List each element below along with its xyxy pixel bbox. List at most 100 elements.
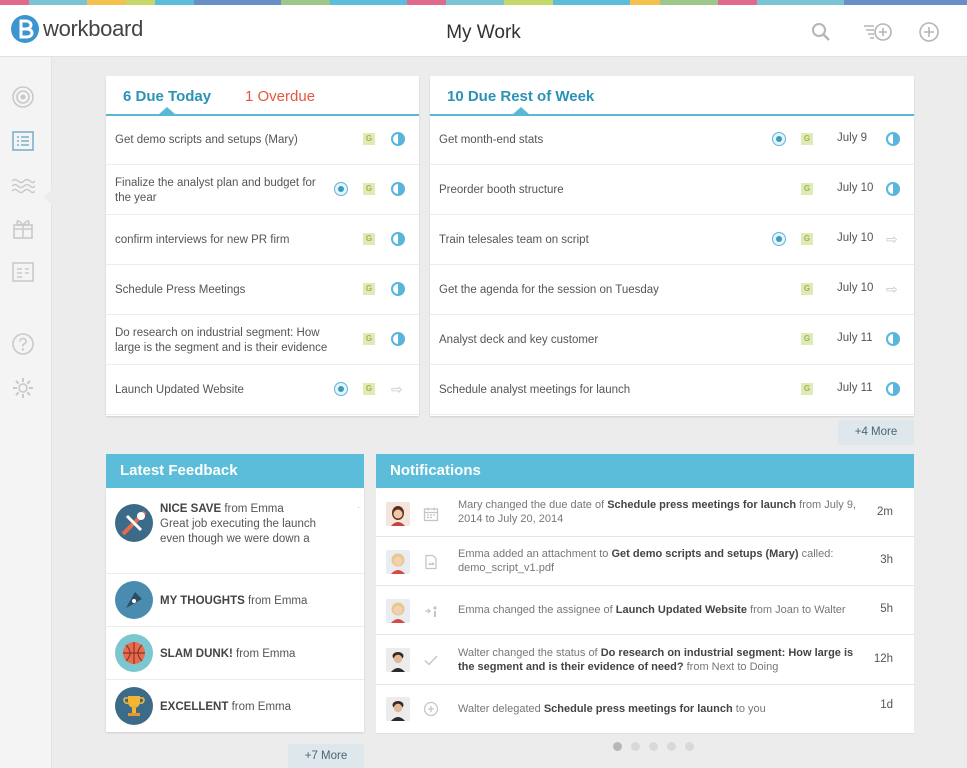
key-result-target-icon[interactable] — [334, 182, 348, 196]
tab-overdue[interactable]: 1 Overdue — [245, 88, 315, 105]
gift-icon[interactable] — [11, 216, 35, 240]
notification-item[interactable]: Walter changed the status of Do research… — [376, 635, 914, 685]
page-dot[interactable] — [649, 742, 658, 751]
goal-badge-icon[interactable]: G — [801, 333, 813, 345]
add-task-list-icon[interactable] — [862, 19, 894, 45]
task-row[interactable]: Train telesales team on script G July 10 ⇨ — [430, 216, 914, 265]
emma-avatar — [386, 599, 410, 623]
task-row[interactable]: Preorder booth structure G July 10 — [430, 166, 914, 215]
walter-avatar — [386, 697, 410, 721]
status-in-progress-icon[interactable] — [886, 132, 900, 146]
status-next-arrow-icon[interactable]: ⇨ — [886, 231, 898, 248]
task-row[interactable]: Get demo scripts and setups (Mary) G — [106, 116, 419, 165]
status-in-progress-icon[interactable] — [886, 332, 900, 346]
goal-badge-icon[interactable]: G — [363, 233, 375, 245]
task-title[interactable]: Preorder booth structure — [439, 166, 759, 215]
checkmark-icon — [423, 652, 439, 668]
week-more-button[interactable]: +4 More — [838, 420, 914, 445]
notification-task-link[interactable]: Get demo scripts and setups (Mary) — [611, 548, 798, 560]
due-date: July 9 — [837, 132, 868, 144]
task-title[interactable]: Do research on industrial segment: How l… — [115, 316, 330, 365]
task-title[interactable]: Get month-end stats — [439, 116, 759, 165]
search-icon[interactable] — [808, 19, 834, 45]
status-next-arrow-icon[interactable]: ⇨ — [391, 381, 403, 398]
goal-badge-icon[interactable]: G — [801, 183, 813, 195]
task-row[interactable]: Launch Updated Website G ⇨ — [106, 366, 419, 415]
notification-task-link[interactable]: Schedule press meetings for launch — [607, 499, 796, 511]
help-icon[interactable] — [11, 332, 35, 356]
task-row[interactable]: Get the agenda for the session on Tuesda… — [430, 266, 914, 315]
page-dot[interactable] — [667, 742, 676, 751]
page-dot[interactable] — [613, 742, 622, 751]
status-in-progress-icon[interactable] — [886, 182, 900, 196]
key-result-target-icon[interactable] — [772, 232, 786, 246]
feedback-item[interactable]: EXCELLENT from Emma — [106, 680, 364, 732]
tab-due-rest-of-week[interactable]: 10 Due Rest of Week — [447, 88, 594, 105]
page-dot[interactable] — [685, 742, 694, 751]
feedback-item[interactable]: SLAM DUNK! from Emma — [106, 627, 364, 680]
feedback-item[interactable]: NICE SAVE from Emma Great job executing … — [106, 488, 364, 574]
notification-item[interactable]: Emma added an attachment to Get demo scr… — [376, 537, 914, 586]
task-title[interactable]: Train telesales team on script — [439, 216, 759, 265]
goal-badge-icon[interactable]: G — [363, 283, 375, 295]
task-row[interactable]: Finalize the analyst plan and budget for… — [106, 166, 419, 215]
key-result-target-icon[interactable] — [334, 382, 348, 396]
task-title[interactable]: Analyst deck and key customer — [439, 316, 759, 365]
status-in-progress-icon[interactable] — [391, 132, 405, 146]
notification-task-link[interactable]: Launch Updated Website — [616, 604, 747, 616]
status-in-progress-icon[interactable] — [391, 332, 405, 346]
goal-badge-icon[interactable]: G — [801, 383, 813, 395]
key-result-target-icon[interactable] — [772, 132, 786, 146]
task-row[interactable]: Get month-end stats G July 9 — [430, 116, 914, 165]
notification-item[interactable]: Walter delegated Schedule press meetings… — [376, 685, 914, 733]
status-in-progress-icon[interactable] — [886, 382, 900, 396]
task-title[interactable]: Launch Updated Website — [115, 366, 330, 415]
task-title[interactable]: Get demo scripts and setups (Mary) — [115, 116, 330, 165]
stream-waves-icon[interactable] — [11, 173, 36, 197]
report-icon[interactable] — [11, 260, 35, 284]
task-row[interactable]: Schedule analyst meetings for launch G Jul… — [430, 366, 914, 415]
page-dot[interactable] — [631, 742, 640, 751]
task-title[interactable]: Finalize the analyst plan and budget for… — [115, 166, 330, 215]
latest-feedback-card: NICE SAVE from Emma Great job executing … — [106, 488, 364, 732]
notification-task-link[interactable]: Schedule press meetings for launch — [544, 703, 733, 715]
goal-badge-icon[interactable]: G — [801, 233, 813, 245]
goal-badge-icon[interactable]: G — [801, 133, 813, 145]
logo-text: workboard — [43, 16, 144, 41]
status-next-arrow-icon[interactable]: ⇨ — [886, 281, 898, 298]
task-title[interactable]: Schedule Press Meetings — [115, 266, 330, 315]
task-row[interactable]: confirm interviews for new PR firm G — [106, 216, 419, 265]
task-title[interactable]: confirm interviews for new PR firm — [115, 216, 330, 265]
notification-pre: Walter changed the status of — [458, 647, 601, 659]
notification-item[interactable]: Emma changed the assignee of Launch Upda… — [376, 586, 914, 635]
task-title[interactable]: Schedule analyst meetings for launch — [439, 366, 759, 415]
plus-circle-icon[interactable] — [916, 19, 942, 45]
workboard-logo[interactable]: workboard — [11, 15, 143, 43]
goal-badge-icon[interactable]: G — [363, 383, 375, 395]
attachment-icon — [423, 554, 439, 570]
feedback-badge: SLAM DUNK! — [160, 648, 233, 660]
goal-badge-icon[interactable]: G — [363, 183, 375, 195]
status-in-progress-icon[interactable] — [391, 232, 405, 246]
feedback-badge: MY THOUGHTS — [160, 595, 245, 607]
settings-gear-icon[interactable] — [11, 376, 35, 400]
feedback-from: from Emma — [247, 595, 308, 607]
status-in-progress-icon[interactable] — [391, 182, 405, 196]
my-work-list-icon[interactable] — [11, 129, 35, 153]
feedback-more-button[interactable]: +7 More — [288, 744, 364, 768]
emma-avatar — [386, 550, 410, 574]
notification-item[interactable]: Mary changed the due date of Schedule pr… — [376, 488, 914, 537]
goal-badge-icon[interactable]: G — [363, 133, 375, 145]
tab-due-today[interactable]: 6 Due Today — [123, 88, 211, 105]
top-header: workboard My Work — [0, 5, 967, 57]
task-row[interactable]: Do research on industrial segment: How l… — [106, 316, 419, 365]
goal-target-icon[interactable] — [11, 85, 35, 109]
status-in-progress-icon[interactable] — [391, 282, 405, 296]
goal-badge-icon[interactable]: G — [363, 333, 375, 345]
walter-avatar — [386, 648, 410, 672]
task-row[interactable]: Analyst deck and key customer G July 11 — [430, 316, 914, 365]
task-row[interactable]: Schedule Press Meetings G — [106, 266, 419, 315]
goal-badge-icon[interactable]: G — [801, 283, 813, 295]
task-title[interactable]: Get the agenda for the session on Tuesda… — [439, 266, 759, 315]
feedback-item[interactable]: MY THOUGHTS from Emma — [106, 574, 364, 627]
